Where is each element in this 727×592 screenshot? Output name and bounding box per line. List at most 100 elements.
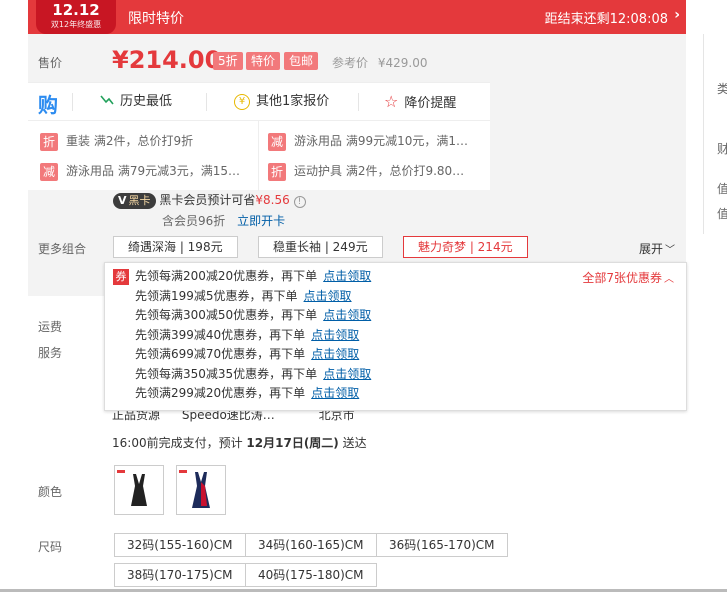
size-option[interactable]: 40码(175-180)CM	[245, 563, 377, 587]
promotions-list: 折重装 满2件，总价打9折 减游泳用品 满99元减10元，满1… 减游泳用品 满…	[28, 120, 490, 191]
claim-coupon-link[interactable]: 点击领取	[304, 289, 352, 303]
price-alert-button[interactable]: ☆ 降价提醒	[384, 83, 456, 121]
promo-text: 运动护具 满2件，总价打9.80…	[294, 164, 465, 178]
color-swatch-black[interactable]	[114, 465, 164, 515]
yen-circle-icon: ¥	[234, 93, 250, 110]
combo-option-selected[interactable]: 魅力奇梦 | 214元	[403, 236, 528, 258]
coupon-item: 先领每满350减35优惠券，再下单 点击领取	[135, 365, 371, 384]
divider	[72, 93, 73, 111]
claim-coupon-link[interactable]: 点击领取	[311, 347, 359, 361]
price-value: ¥214.00	[112, 46, 222, 74]
promo-item[interactable]: 减游泳用品 满99元减10元，满1…	[268, 131, 468, 151]
reference-price: 参考价 ¥429.00	[332, 54, 427, 71]
claim-coupon-link[interactable]: 点击领取	[311, 328, 359, 342]
banner-title: 限时特价	[128, 11, 184, 27]
claim-coupon-link[interactable]: 点击领取	[311, 386, 359, 400]
coupon-item: 先领满299减20优惠券，再下单 点击领取	[135, 384, 359, 403]
promo-text: 重装 满2件，总价打9折	[66, 134, 194, 148]
coupon-text: 先领每满350减35优惠券，再下单	[135, 367, 318, 381]
claim-coupon-link[interactable]: 点击领取	[323, 269, 371, 283]
coupon-text: 先领满199减5优惠券，再下单	[135, 289, 298, 303]
coupon-text: 先领每满200减20优惠券，再下单	[135, 269, 318, 283]
promo-item[interactable]: 折运动护具 满2件，总价打9.80…	[268, 161, 464, 181]
coupon-text: 先领满699减70优惠券，再下单	[135, 347, 306, 361]
badge-subtitle: 双12年终盛惠	[50, 20, 102, 29]
coupon-item: 先领每满300减50优惠券，再下单 点击领取	[135, 306, 371, 325]
claim-coupon-link[interactable]: 点击领取	[323, 308, 371, 322]
all-coupons-toggle[interactable]: 全部7张优惠券 ︿	[582, 269, 674, 286]
gou-logo-icon: 购	[38, 93, 58, 117]
delivery-estimate: 16:00前完成支付，预计 12月17日(周二) 送达	[112, 434, 367, 451]
promo-badge: 减	[40, 162, 58, 181]
star-outline-icon: ☆	[384, 92, 399, 111]
coupon-text: 先领每满300减50优惠券，再下单	[135, 308, 318, 322]
chevron-up-icon: ︿	[664, 274, 674, 285]
promo-item[interactable]: 减游泳用品 满79元减3元，满15…	[40, 161, 240, 181]
delivery-prefix: 16:00前完成支付，预计	[112, 436, 243, 450]
combo-label: 更多组合	[38, 242, 87, 256]
promo-badge: 折	[40, 132, 58, 151]
reference-price-value: ¥429.00	[377, 56, 428, 70]
expand-label: 展开	[639, 242, 664, 256]
size-label: 尺码	[38, 540, 63, 554]
side-label: 财	[717, 142, 727, 156]
divider	[206, 93, 207, 111]
reference-price-label: 参考价	[332, 56, 369, 70]
combo-option[interactable]: 绮遇深海 | 198元	[113, 236, 238, 258]
swimsuit-red-icon	[179, 470, 210, 508]
chevron-right-icon[interactable]: ›	[674, 7, 680, 23]
coupon-badge: 券	[113, 269, 129, 285]
coupon-item: 先领满199减5优惠券，再下单 点击领取	[135, 287, 352, 306]
coupon-text: 先领满399减40优惠券，再下单	[135, 328, 306, 342]
side-label: 值	[717, 207, 727, 221]
special-price-tag: 特价	[246, 52, 281, 70]
price-panel: 售价 ¥214.00 5折 特价 包邮 参考价 ¥429.00 购 历史最低 ¥…	[28, 34, 686, 296]
swimsuit-black-icon	[117, 470, 147, 506]
side-label: 类	[717, 82, 727, 96]
history-low-button[interactable]: 历史最低	[100, 83, 172, 121]
chevron-down-icon: ﹀	[665, 245, 676, 256]
divider	[258, 121, 259, 191]
promo-text: 游泳用品 满79元减3元，满15…	[66, 164, 240, 178]
black-card-badge-label: 黑卡	[128, 194, 151, 207]
promo-badge: 减	[268, 132, 286, 151]
claim-coupon-link[interactable]: 点击领取	[323, 367, 371, 381]
other-price-button[interactable]: ¥ 其他1家报价	[234, 83, 329, 121]
divider	[358, 93, 359, 111]
badge-title: 12.12	[52, 1, 100, 19]
size-option[interactable]: 38码(170-175)CM	[114, 563, 246, 587]
size-option[interactable]: 34码(160-165)CM	[245, 533, 377, 557]
size-option[interactable]: 32码(155-160)CM	[114, 533, 246, 557]
black-card-saving: ¥8.56	[255, 193, 290, 207]
right-side-strip	[703, 34, 727, 234]
delivery-date: 12月17日(周二)	[246, 436, 339, 450]
promo-banner: 12.12 双12年终盛惠 限时特价 距结束还剩12:08:08 ›	[28, 0, 686, 34]
combo-option[interactable]: 稳重长袖 | 249元	[258, 236, 383, 258]
coupon-item: 先领每满200减20优惠券，再下单 点击领取	[135, 267, 371, 286]
black-card-row: V 黑卡 黑卡会员预计可省¥8.56 !	[113, 191, 306, 209]
countdown-link[interactable]: 距结束还剩12:08:08	[545, 8, 668, 27]
discount-tag: 5折	[213, 52, 243, 70]
info-icon[interactable]: !	[293, 196, 306, 208]
history-low-label: 历史最低	[120, 94, 173, 109]
promo-badge: 折	[268, 162, 286, 181]
promo-item[interactable]: 折重装 满2件，总价打9折	[40, 131, 193, 151]
coupon-text: 先领满299减20优惠券，再下单	[135, 386, 306, 400]
free-shipping-tag: 包邮	[284, 52, 319, 70]
color-swatch-red-navy[interactable]	[176, 465, 226, 515]
price-tools-bar: 购 历史最低 ¥ 其他1家报价 ☆ 降价提醒	[28, 82, 490, 120]
black-card-badge: V 黑卡	[113, 193, 156, 209]
trend-down-icon	[100, 95, 114, 105]
price-alert-label: 降价提醒	[404, 96, 457, 111]
member-discount-row: 含会员96折 立即开卡	[162, 212, 285, 229]
promo-text: 游泳用品 满99元减10元，满1…	[294, 134, 468, 148]
open-card-link[interactable]: 立即开卡	[237, 214, 285, 228]
service-label: 服务	[38, 346, 63, 360]
price-label: 售价	[38, 56, 63, 70]
size-option[interactable]: 36码(165-170)CM	[376, 533, 508, 557]
black-card-text: 黑卡会员预计可省	[159, 193, 256, 207]
color-label: 颜色	[38, 485, 63, 499]
expand-button[interactable]: 展开 ﹀	[639, 240, 675, 257]
double-twelve-badge: 12.12 双12年终盛惠	[36, 0, 116, 34]
coupon-popup: 券 全部7张优惠券 ︿ 先领每满200减20优惠券，再下单 点击领取 先领满199减…	[104, 262, 687, 411]
